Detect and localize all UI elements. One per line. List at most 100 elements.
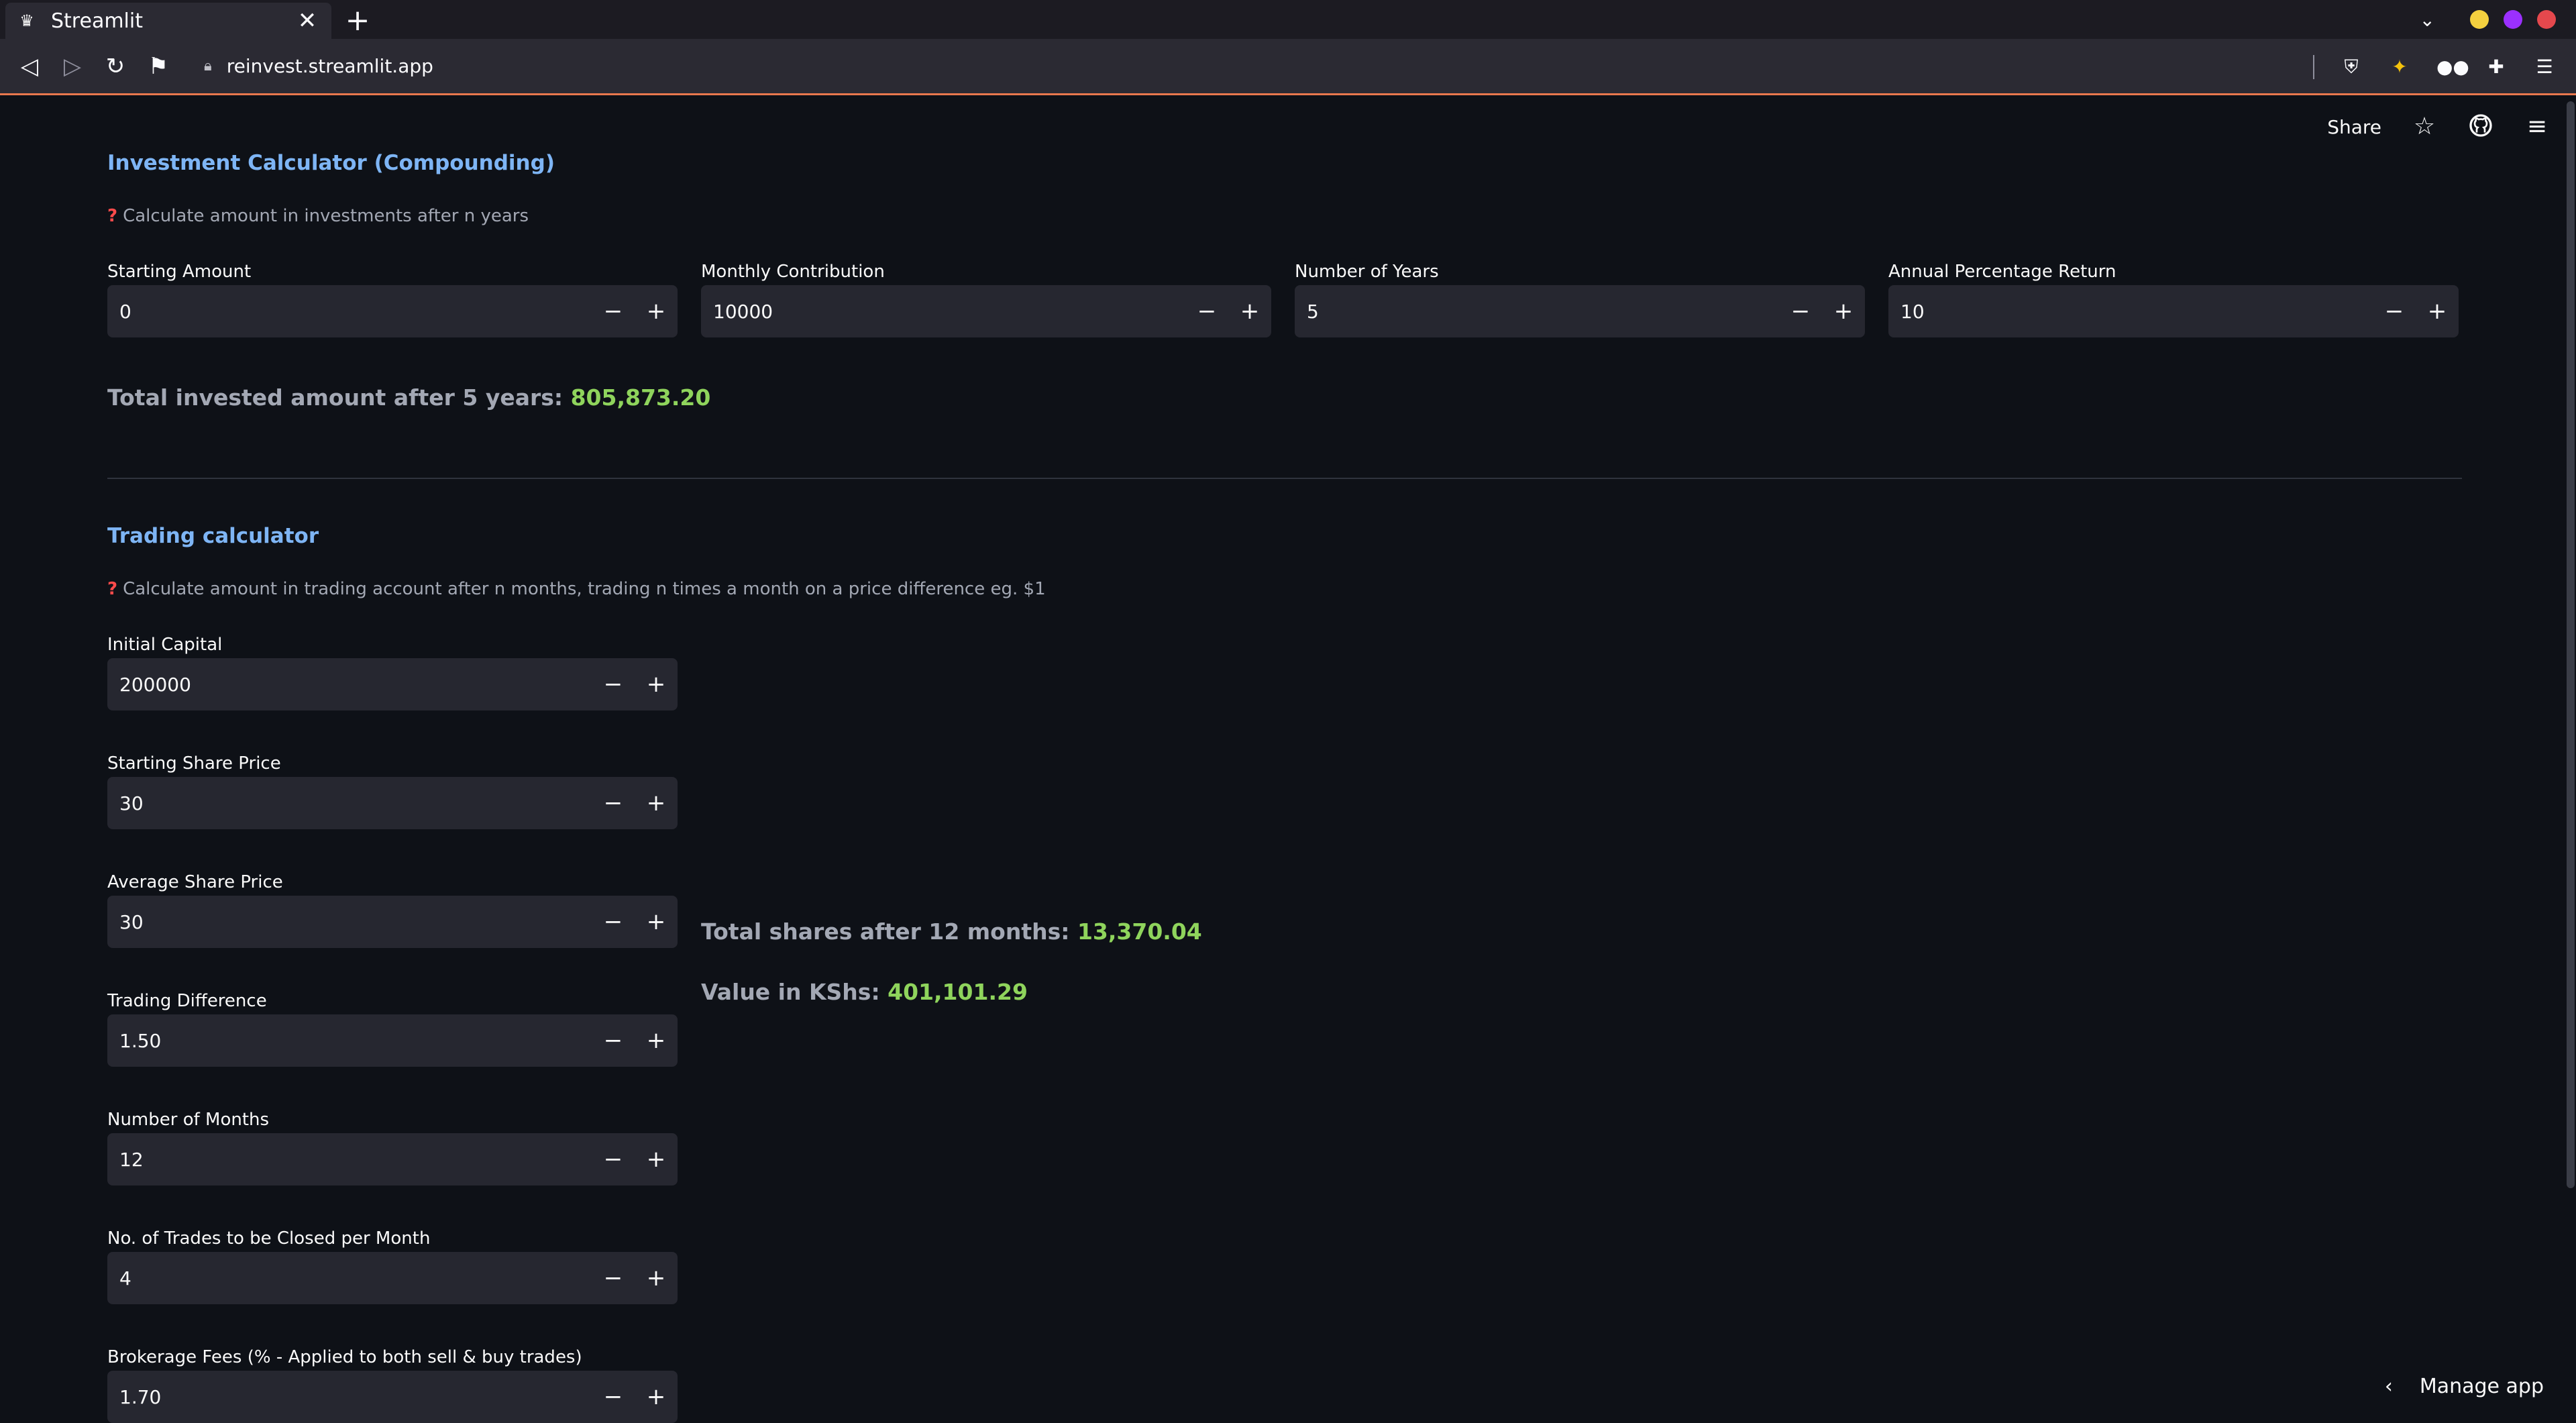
initial-capital-input-box: 200000 − + [107,658,678,710]
trading-difference-input[interactable]: 1.50 [107,1030,592,1052]
field-label: Monthly Contribution [701,262,885,282]
extension-icon[interactable]: ✦ [2388,56,2411,78]
github-icon[interactable] [2467,113,2494,140]
field-label: Initial Capital [107,635,223,655]
tab-title: Streamlit [51,9,143,33]
decrement-button[interactable]: − [1779,285,1822,337]
starting-share-price-input[interactable]: 30 [107,792,592,814]
investment-result-value: 805,873.20 [570,384,711,411]
annual-return-input[interactable]: 10 [1888,301,2373,323]
puzzle-extensions-icon[interactable]: ✚ [2485,56,2508,78]
star-icon[interactable]: ☆ [2411,113,2438,140]
app-toolbar: Share ☆ ≡ [2327,113,2551,140]
trades-per-month-input[interactable]: 4 [107,1267,592,1289]
annual-return-input-box: 10 − + [1888,285,2459,337]
minimize-button[interactable] [2470,10,2489,29]
scrollbar[interactable] [2567,101,2575,1188]
trading-difference-field: Trading Difference 1.50 − + [107,988,678,1067]
decrement-button[interactable]: − [592,1014,635,1067]
starting-amount-input[interactable]: 0 [107,301,592,323]
close-tab-icon[interactable]: ✕ [295,7,319,34]
decrement-button[interactable]: − [592,777,635,829]
increment-button[interactable]: + [635,1371,678,1423]
increment-button[interactable]: + [1228,285,1271,337]
share-button[interactable]: Share [2327,116,2381,138]
decrement-button[interactable]: − [592,285,635,337]
streamlit-crown-icon: ♛ [19,11,34,30]
monthly-contribution-field: Monthly Contribution 10000 − + [701,258,1271,337]
brokerage-fees-input[interactable]: 1.70 [107,1386,592,1408]
number-of-years-input[interactable]: 5 [1295,301,1779,323]
trades-per-month-input-box: 4 − + [107,1252,678,1304]
browser-tab[interactable]: ♛ Streamlit ✕ [5,3,331,39]
reload-icon[interactable]: ↻ [102,53,129,80]
monthly-contribution-input[interactable]: 10000 [701,301,1185,323]
field-label: Number of Months [107,1110,270,1130]
increment-button[interactable]: + [635,658,678,710]
investment-result: Total invested amount after 5 years: 805… [107,384,711,411]
initial-capital-field: Initial Capital 200000 − + [107,631,678,710]
maximize-button[interactable] [2504,10,2522,29]
field-label: Trading Difference [107,991,267,1011]
browser-menu-icon[interactable]: ☰ [2533,56,2556,78]
number-of-months-input[interactable]: 12 [107,1149,592,1171]
increment-button[interactable]: + [635,285,678,337]
section-divider [107,478,2462,479]
address-bar[interactable]: reinvest.streamlit.app [227,55,433,77]
increment-button[interactable]: + [1822,285,1865,337]
trades-per-month-field: No. of Trades to be Closed per Month 4 −… [107,1225,678,1304]
increment-button[interactable]: + [635,1014,678,1067]
value-kshs-value: 401,101.29 [888,979,1028,1005]
brave-shield-icon[interactable]: ⛨ [2340,56,2363,78]
average-share-price-input[interactable]: 30 [107,911,592,933]
manage-app-label: Manage app [2419,1375,2544,1398]
number-of-months-field: Number of Months 12 − + [107,1106,678,1185]
average-share-price-input-box: 30 − + [107,896,678,948]
number-of-years-field: Number of Years 5 − + [1295,258,1865,337]
decrement-button[interactable]: − [592,1133,635,1185]
window-controls: ⌄ [2420,0,2556,39]
field-label: Brokerage Fees (% - Applied to both sell… [107,1347,582,1367]
increment-button[interactable]: + [2416,285,2459,337]
chevron-left-icon: ‹ [2384,1375,2393,1398]
close-window-button[interactable] [2537,10,2556,29]
increment-button[interactable]: + [635,1252,678,1304]
number-of-years-input-box: 5 − + [1295,285,1865,337]
monthly-contribution-input-box: 10000 − + [701,285,1271,337]
starting-amount-input-box: 0 − + [107,285,678,337]
decrement-button[interactable]: − [592,896,635,948]
trading-caption: ? Calculate amount in trading account aft… [107,579,1046,599]
browser-nav-bar: ◁ ▷ ↻ ⚑ 🔒︎ reinvest.streamlit.app ⛨ ✦ ●●… [0,39,2576,95]
question-icon: ? [107,206,118,226]
new-tab-button[interactable]: + [338,3,377,39]
starting-share-price-input-box: 30 − + [107,777,678,829]
total-shares-value: 13,370.04 [1077,918,1202,945]
hamburger-menu-icon[interactable]: ≡ [2524,113,2551,140]
field-label: Number of Years [1295,262,1439,282]
decrement-button[interactable]: − [592,1252,635,1304]
toolbar-separator [2313,55,2314,79]
decrement-button[interactable]: − [1185,285,1228,337]
manage-app-button[interactable]: ‹ Manage app [2385,1375,2544,1398]
bookmark-icon[interactable]: ⚑ [145,53,172,80]
starting-amount-field: Starting Amount 0 − + [107,258,678,337]
initial-capital-input[interactable]: 200000 [107,674,592,696]
field-label: Annual Percentage Return [1888,262,2116,282]
tab-list-chevron-icon[interactable]: ⌄ [2420,9,2435,31]
medium-extension-icon[interactable]: ●● [2436,56,2469,78]
trading-section-title: Trading calculator [107,524,319,548]
field-label: Starting Amount [107,262,252,282]
decrement-button[interactable]: − [2373,285,2416,337]
back-icon[interactable]: ◁ [16,53,43,80]
decrement-button[interactable]: − [592,658,635,710]
increment-button[interactable]: + [635,777,678,829]
streamlit-app: Share ☆ ≡ Investment Calculator (Compoun… [0,97,2576,1423]
trading-difference-input-box: 1.50 − + [107,1014,678,1067]
decrement-button[interactable]: − [592,1371,635,1423]
question-icon: ? [107,579,118,599]
increment-button[interactable]: + [635,1133,678,1185]
forward-icon[interactable]: ▷ [59,53,86,80]
increment-button[interactable]: + [635,896,678,948]
field-label: Starting Share Price [107,753,281,774]
browser-tab-bar: ♛ Streamlit ✕ + ⌄ [0,0,2576,39]
